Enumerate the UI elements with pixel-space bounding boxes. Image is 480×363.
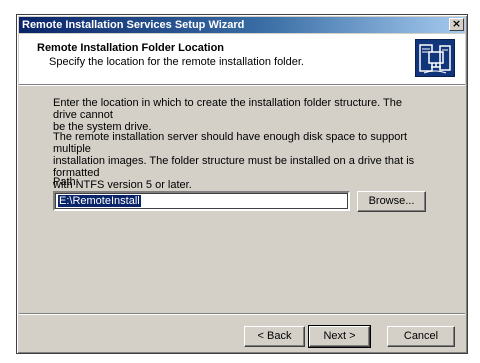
- path-input-value: E:\RemoteInstall: [57, 194, 142, 208]
- close-icon: ×: [451, 17, 462, 30]
- header-divider: [19, 85, 465, 86]
- next-button[interactable]: Next >: [308, 325, 371, 348]
- title-bar[interactable]: Remote Installation Services Setup Wizar…: [19, 17, 465, 33]
- notice-line: The remote installation server should ha…: [53, 131, 408, 155]
- location-instructions: Enter the location in which to create th…: [53, 97, 423, 133]
- notice-line: with NTFS version 5 or later.: [53, 179, 192, 191]
- footer-divider: [19, 313, 465, 315]
- cancel-button[interactable]: Cancel: [387, 326, 455, 347]
- window-title: Remote Installation Services Setup Wizar…: [22, 19, 245, 31]
- close-button[interactable]: ×: [449, 18, 464, 31]
- wizard-window: Remote Installation Services Setup Wizar…: [16, 14, 468, 354]
- wizard-header: Remote Installation Folder Location Spec…: [19, 34, 465, 85]
- path-label: Path:: [53, 176, 79, 188]
- browse-button[interactable]: Browse...: [357, 191, 426, 212]
- wizard-computer-icon: [415, 39, 455, 77]
- page-subtitle: Specify the location for the remote inst…: [49, 56, 304, 68]
- disk-space-notice: The remote installation server should ha…: [53, 131, 423, 191]
- back-button[interactable]: < Back: [244, 326, 305, 347]
- notice-line: installation images. The folder structur…: [53, 155, 415, 179]
- path-input[interactable]: E:\RemoteInstall: [53, 191, 350, 211]
- page-title: Remote Installation Folder Location: [37, 42, 225, 54]
- instruction-line: Enter the location in which to create th…: [53, 97, 402, 121]
